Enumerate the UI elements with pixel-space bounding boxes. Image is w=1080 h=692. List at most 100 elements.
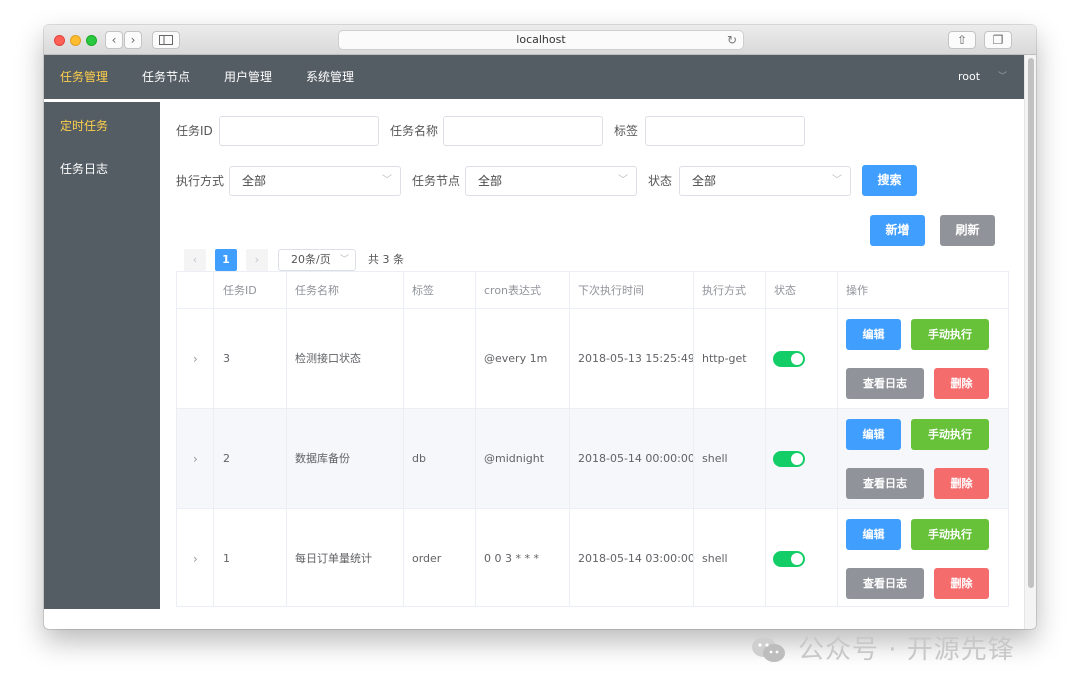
address-bar[interactable]: localhost ↻ [338,30,744,50]
nav-item-user-management[interactable]: 用户管理 [224,55,272,99]
task-node-value: 全部 [478,174,503,188]
prev-page-button[interactable]: ‹ [184,249,206,271]
page-size-select[interactable]: 20条/页 ﹀ [278,249,356,271]
main-content: 任务ID 任务名称 标签 执行方式 全部 ﹀ 任务节点 全部 ﹀ 状态 全部 ﹀… [160,99,1024,629]
page-size-value: 20条/页 [291,253,331,266]
chevron-down-icon: ﹀ [339,255,349,265]
task-id-label: 任务ID [176,124,213,138]
edit-button[interactable]: 编辑 [846,519,901,550]
sidebar-item-task-logs[interactable]: 任务日志 [60,160,108,177]
cell-next-run: 2018-05-13 15:25:49 [578,352,695,365]
column-header: 下次执行时间 [578,284,644,297]
sidebar: 定时任务 任务日志 [44,102,160,609]
nav-item-system-management[interactable]: 系统管理 [306,55,354,99]
delete-button[interactable]: 删除 [934,468,989,499]
table-header: 任务ID 任务名称 标签 cron表达式 下次执行时间 执行方式 状态 操作 [177,272,1008,309]
status-toggle[interactable] [773,551,805,567]
task-node-select[interactable]: 全部 ﹀ [465,166,637,196]
column-header: 任务名称 [295,284,339,297]
table-row: › 1 每日订单量统计 order 0 0 3 * * * 2018-05-14… [177,509,1008,609]
view-logs-button[interactable]: 查看日志 [846,368,924,399]
nav-item-task-nodes[interactable]: 任务节点 [142,55,190,99]
sidebar-item-scheduled-tasks[interactable]: 定时任务 [60,117,108,134]
exec-mode-select[interactable]: 全部 ﹀ [229,166,401,196]
chevron-down-icon: ﹀ [832,175,842,186]
cell-tag: db [412,452,426,465]
cell-cron: @midnight [484,452,545,465]
scrollbar-thumb[interactable] [1028,58,1034,588]
column-divider [286,272,287,606]
run-manually-button[interactable]: 手动执行 [911,319,989,350]
column-header: 任务ID [223,284,257,297]
user-menu[interactable]: root [958,55,980,99]
delete-button[interactable]: 删除 [934,568,989,599]
minimize-window-button[interactable] [70,35,81,46]
cell-cron: 0 0 3 * * * [484,552,539,565]
back-arrow-icon[interactable]: ‹ [105,31,123,49]
cell-task-name: 检测接口状态 [295,352,361,365]
view-logs-button[interactable]: 查看日志 [846,468,924,499]
tabs-overview-icon[interactable]: ❐ [984,31,1012,49]
column-divider [403,272,404,606]
status-select[interactable]: 全部 ﹀ [679,166,851,196]
status-value: 全部 [692,174,717,188]
status-toggle[interactable] [773,451,805,467]
top-navbar: 任务管理 任务节点 用户管理 系统管理 root ﹀ [44,55,1024,99]
edit-button[interactable]: 编辑 [846,319,901,350]
cell-cron: @every 1m [484,352,548,365]
share-icon[interactable]: ⇧ [948,31,976,49]
add-button[interactable]: 新增 [870,215,925,246]
column-header: 执行方式 [702,284,746,297]
close-window-button[interactable] [54,35,65,46]
column-divider [213,272,214,606]
task-node-label: 任务节点 [412,174,461,188]
cell-exec-mode: http-get [702,352,747,365]
status-label: 状态 [648,174,673,188]
chevron-right-icon[interactable]: › [193,509,198,609]
chevron-right-icon[interactable]: › [193,309,198,409]
vertical-scrollbar[interactable] [1024,55,1036,629]
search-button[interactable]: 搜索 [862,165,917,196]
nav-item-task-management[interactable]: 任务管理 [60,55,108,99]
browser-window: ‹ › localhost ↻ ⇧ ❐ 任务管理 任务节点 用户管理 系统管理 … [44,25,1036,629]
column-header: 操作 [846,284,868,297]
column-divider [765,272,766,606]
cell-task-id: 2 [223,452,230,465]
cell-exec-mode: shell [702,452,728,465]
chevron-down-icon[interactable]: ﹀ [998,55,1007,99]
table-row: › 3 检测接口状态 @every 1m 2018-05-13 15:25:49… [177,309,1008,409]
reload-icon[interactable]: ↻ [727,31,737,49]
tasks-table: 任务ID 任务名称 标签 cron表达式 下次执行时间 执行方式 状态 操作 ›… [176,271,1009,607]
task-id-input[interactable] [219,116,379,146]
view-logs-button[interactable]: 查看日志 [846,568,924,599]
cell-task-id: 1 [223,552,230,565]
chevron-down-icon: ﹀ [618,175,628,186]
delete-button[interactable]: 删除 [934,368,989,399]
status-toggle[interactable] [773,351,805,367]
column-header: 状态 [774,284,796,297]
cell-next-run: 2018-05-14 03:00:00 [578,552,695,565]
table-row: › 2 数据库备份 db @midnight 2018-05-14 00:00:… [177,409,1008,509]
refresh-button[interactable]: 刷新 [940,215,995,246]
tag-input[interactable] [645,116,805,146]
forward-arrow-icon[interactable]: › [124,31,142,49]
zoom-window-button[interactable] [86,35,97,46]
chevron-right-icon[interactable]: › [193,409,198,509]
run-manually-button[interactable]: 手动执行 [911,519,989,550]
task-name-input[interactable] [443,116,603,146]
next-page-button[interactable]: › [246,249,268,271]
page-number-current[interactable]: 1 [215,249,237,271]
sidebar-toggle-icon[interactable] [152,31,180,49]
column-divider [693,272,694,606]
exec-mode-label: 执行方式 [176,174,225,188]
total-count: 共 3 条 [368,253,404,266]
run-manually-button[interactable]: 手动执行 [911,419,989,450]
chevron-down-icon: ﹀ [382,175,392,186]
edit-button[interactable]: 编辑 [846,419,901,450]
cell-exec-mode: shell [702,552,728,565]
column-divider [837,272,838,606]
wechat-icon [752,637,785,662]
cell-next-run: 2018-05-14 00:00:00 [578,452,695,465]
cell-task-id: 3 [223,352,230,365]
column-header: 标签 [412,284,434,297]
